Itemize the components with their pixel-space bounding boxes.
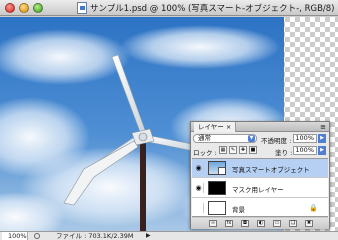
layer-thumbnail [208, 181, 226, 195]
tab-layers[interactable]: レイヤー × [194, 122, 237, 132]
window-title-bar: サンプル1.psd @ 100% (写真スマート-オブジェクト-, RGB/8) [0, 0, 338, 16]
layer-thumbnail [208, 201, 226, 215]
status-menu-arrow[interactable]: ▶ [146, 232, 151, 240]
layer-row-background[interactable]: 背景 🔒 [192, 199, 328, 218]
layers-panel: レイヤー × ≡ 通常 ▼ 不透明度 : 100% ▶ ロック : ▦ ✎ ✚ … [190, 121, 330, 229]
opacity-field[interactable]: 100% [293, 134, 317, 143]
status-icon[interactable] [34, 233, 40, 239]
fill-slider-button[interactable]: ▶ [318, 146, 326, 155]
eye-icon[interactable] [194, 203, 204, 213]
layer-row-mask[interactable]: ◉ マスク用レイヤー [192, 179, 328, 198]
tab-layers-label: レイヤー [198, 123, 224, 131]
file-info: ファイル : 703.1K/2.39M [56, 232, 134, 240]
lock-pixels-icon[interactable]: ✎ [229, 146, 237, 154]
layer-list: ◉ 写真スマートオブジェクト ◉ マスク用レイヤー 背景 🔒 [192, 158, 328, 218]
new-layer-icon[interactable]: ❏ [289, 220, 297, 227]
opacity-slider-button[interactable]: ▶ [318, 134, 326, 143]
layers-panel-header: レイヤー × ≡ [191, 122, 329, 132]
group-icon[interactable]: ▭ [273, 220, 281, 227]
zoom-window-button[interactable] [33, 3, 43, 13]
layer-name: 写真スマートオブジェクト [232, 166, 310, 174]
eye-icon[interactable]: ◉ [194, 183, 204, 193]
layer-name: 背景 [232, 206, 245, 214]
minimize-window-button[interactable] [19, 3, 29, 13]
window-title: サンプル1.psd @ 100% (写真スマート-オブジェクト-, RGB/8) [90, 4, 335, 14]
status-bar: 100% ファイル : 703.1K/2.39M ▶ [0, 231, 338, 240]
mask-icon[interactable]: ◘ [241, 220, 249, 227]
layer-row-smart-object[interactable]: ◉ 写真スマートオブジェクト [192, 159, 328, 178]
lock-transparency-icon[interactable]: ▦ [219, 146, 227, 154]
close-window-button[interactable] [5, 3, 15, 13]
document-icon [77, 2, 87, 14]
opacity-label: 不透明度 : [261, 137, 292, 145]
chevron-down-icon: ▼ [248, 135, 255, 142]
panel-menu-icon[interactable]: ≡ [320, 122, 326, 132]
link-icon[interactable]: ∞ [209, 220, 217, 227]
fill-field[interactable]: 100% [293, 146, 317, 155]
blend-mode-value: 通常 [198, 134, 211, 142]
lock-icon: 🔒 [309, 204, 318, 212]
close-icon[interactable]: × [226, 123, 231, 131]
adjustment-icon[interactable]: ◐ [257, 220, 265, 227]
zoom-field[interactable]: 100% [2, 232, 28, 240]
smart-object-thumbnail [208, 161, 226, 175]
blend-mode-select[interactable]: 通常 ▼ [193, 134, 257, 143]
layer-name: マスク用レイヤー [232, 186, 284, 194]
fx-icon[interactable]: fx [225, 220, 233, 227]
trash-icon[interactable]: ✖ [305, 220, 313, 227]
layers-panel-footer: ∞ fx ◘ ◐ ▭ ❏ ✖ [191, 218, 329, 229]
lock-position-icon[interactable]: ✚ [239, 146, 247, 154]
fill-label: 塗り : [275, 149, 293, 157]
lock-label: ロック : [193, 149, 217, 157]
lock-all-icon[interactable]: ■ [249, 146, 257, 154]
eye-icon[interactable]: ◉ [194, 163, 204, 173]
